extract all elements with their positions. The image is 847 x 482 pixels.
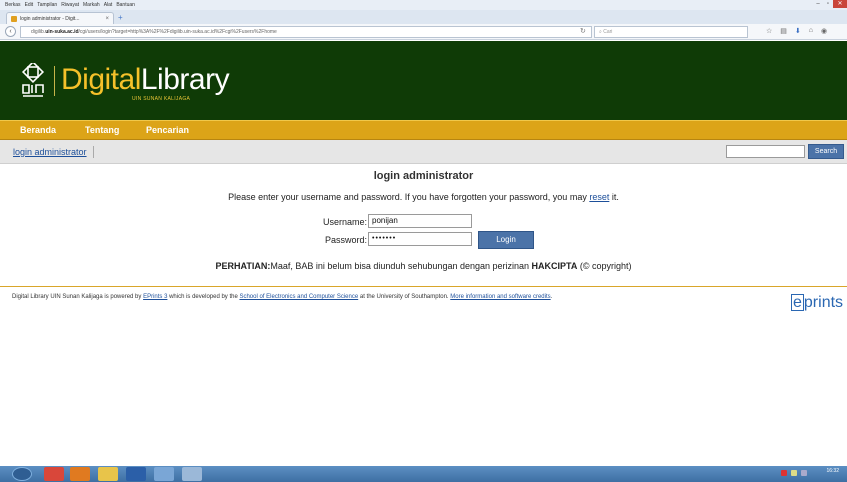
intro-tail: it. (609, 192, 619, 202)
maximize-icon[interactable]: ▫ (823, 0, 833, 8)
footer-part4: . (550, 294, 553, 300)
notice-text: Maaf, BAB ini belum bisa diunduh sehubun… (270, 261, 532, 271)
url-host: uin-suka.ac.id (45, 29, 79, 35)
notice-hakcipta: HAKCIPTA (531, 261, 578, 271)
extension-icon[interactable]: ◉ (821, 27, 827, 35)
browser-menubar: Berkas Edit Tampilan Riwayat Markah Alat… (0, 0, 847, 10)
credits-link[interactable]: More information and software credits (450, 294, 550, 300)
taskbar-word-icon[interactable] (126, 467, 146, 481)
site-header: DigitalLibrary UIN SUNAN KALIJAGA (0, 41, 847, 120)
url-path: /cgi/users/login?target=http%3A%2F%2Fdig… (78, 29, 277, 35)
tab-close-icon[interactable]: × (105, 16, 109, 22)
system-tray (781, 470, 807, 476)
eprints-e: e (791, 294, 804, 311)
login-intro: Please enter your username and password.… (0, 192, 847, 202)
browser-tab[interactable]: login administrator - Digit... × (6, 12, 114, 24)
tray-flag-icon[interactable] (791, 470, 797, 476)
menu-item-tampilan[interactable]: Tampilan (37, 0, 57, 10)
logo-subtitle: UIN SUNAN KALIJAGA (132, 96, 191, 102)
taskbar: 16:32 (0, 466, 847, 482)
favicon-icon (11, 15, 17, 22)
page-title: login administrator (373, 170, 474, 182)
password-label: Password: (324, 235, 367, 245)
tab-bar: login administrator - Digit... × + (0, 10, 847, 24)
footer-part2: which is developed by the (167, 294, 240, 300)
new-tab-icon[interactable]: + (118, 14, 128, 22)
login-button[interactable]: Login (478, 231, 534, 249)
notice-tail: (© copyright) (577, 261, 632, 271)
browser-search-placeholder: Cari (603, 29, 613, 35)
uin-logo-icon (21, 63, 45, 97)
tab-title: login administrator - Digit... (20, 15, 80, 22)
bookmarks-list-icon[interactable]: ▤ (780, 27, 787, 35)
logo-digital: Digital (61, 63, 141, 96)
bookmark-star-icon[interactable]: ☆ (766, 27, 772, 35)
menu-item-bantuan[interactable]: Bantuan (116, 0, 135, 10)
url-bar[interactable]: digilib.uin-suka.ac.id/cgi/users/login?t… (20, 26, 592, 38)
tray-icon[interactable] (781, 470, 787, 476)
menu-item-berkas[interactable]: Berkas (5, 0, 21, 10)
nav-pencarian[interactable]: Pencarian (146, 125, 189, 135)
taskbar-app2-icon[interactable] (154, 467, 174, 481)
taskbar-firefox-icon[interactable] (70, 467, 90, 481)
back-arrow-icon[interactable]: ‹ (5, 26, 16, 37)
menu-item-riwayat[interactable]: Riwayat (61, 0, 79, 10)
site-logo-text[interactable]: DigitalLibrary (61, 63, 230, 96)
login-administrator-link[interactable]: login administrator (13, 147, 87, 157)
taskbar-clock[interactable]: 16:32 (826, 468, 839, 474)
tray-network-icon[interactable] (801, 470, 807, 476)
browser-search-field[interactable]: ⌕ Cari (594, 26, 748, 38)
close-window-icon[interactable]: ✕ (833, 0, 847, 8)
username-label: Username: (322, 217, 367, 227)
menu-item-edit[interactable]: Edit (25, 0, 34, 10)
home-icon[interactable]: ⌂ (809, 27, 813, 35)
site-search-input[interactable] (726, 145, 805, 158)
eprints-text: prints (803, 294, 844, 311)
site-nav: Beranda Tentang Pencarian (0, 120, 847, 140)
eprints-logo[interactable]: e prints (791, 294, 843, 312)
ecs-link[interactable]: School of Electronics and Computer Scien… (239, 294, 358, 300)
taskbar-app-icon[interactable] (44, 467, 64, 481)
logo-library: Library (140, 63, 230, 96)
notice-label: PERHATIAN: (215, 261, 271, 271)
url-prefix: digilib. (31, 29, 46, 35)
menu-item-markah[interactable]: Markah (83, 0, 100, 10)
start-button-icon[interactable] (12, 467, 32, 481)
reset-link[interactable]: reset (589, 192, 609, 202)
username-field[interactable]: ponijan (368, 214, 472, 228)
footer-part3: at the University of Southampton. (358, 294, 451, 300)
intro-text: Please enter your username and password.… (228, 192, 590, 202)
divider (93, 146, 94, 158)
footer-divider (0, 286, 847, 287)
menu-item-alat[interactable]: Alat (104, 0, 113, 10)
nav-beranda[interactable]: Beranda (20, 125, 56, 135)
eprints-link[interactable]: EPrints 3 (143, 294, 167, 300)
site-search-button[interactable]: Search (808, 144, 844, 159)
login-strip: login administrator Search (0, 140, 847, 164)
taskbar-app3-icon[interactable] (182, 467, 202, 481)
taskbar-folder-icon[interactable] (98, 467, 118, 481)
window-controls: – ▫ ✕ (813, 0, 847, 10)
nav-tentang[interactable]: Tentang (85, 125, 119, 135)
reload-icon[interactable]: ↻ (580, 27, 586, 35)
password-field[interactable]: ••••••• (368, 232, 472, 246)
download-icon[interactable]: ⬇ (795, 27, 801, 35)
footer-text: Digital Library UIN Sunan Kalijaga is po… (12, 294, 552, 300)
minimize-icon[interactable]: – (813, 0, 823, 8)
toolbar-icons: ☆ ▤ ⬇ ⌂ ◉ (766, 27, 827, 35)
copyright-notice: PERHATIAN:Maaf, BAB ini belum bisa diund… (0, 261, 847, 271)
browser-navbar: ‹ digilib.uin-suka.ac.id/cgi/users/login… (0, 24, 847, 40)
footer-part1: Digital Library UIN Sunan Kalijaga is po… (12, 294, 144, 300)
logo-separator (54, 66, 55, 96)
